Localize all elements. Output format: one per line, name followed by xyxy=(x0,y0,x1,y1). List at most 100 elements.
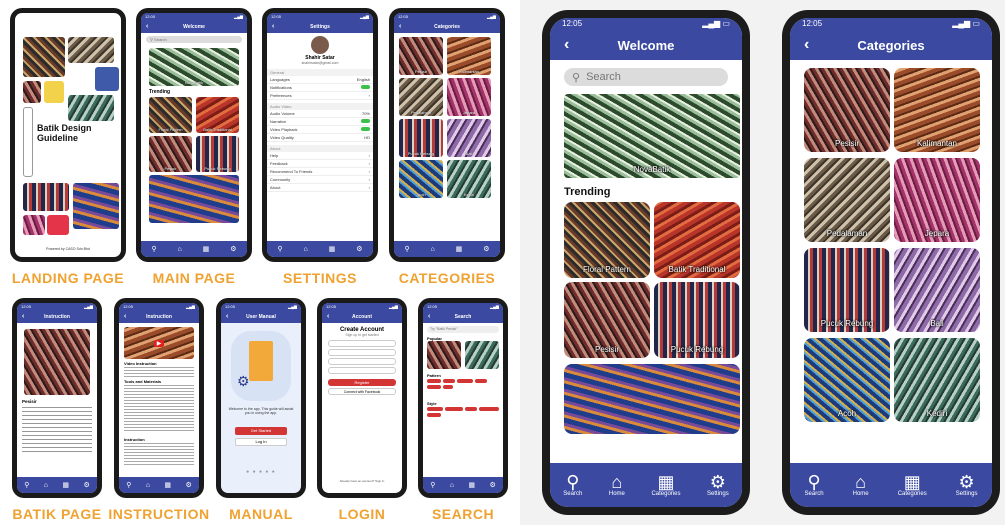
back-icon[interactable]: ‹ xyxy=(399,23,401,30)
filter-chip[interactable] xyxy=(475,379,487,383)
trending-card[interactable]: Pucuk Rebung xyxy=(196,136,239,172)
signin-link[interactable]: Already have an account? Sign in xyxy=(322,479,402,483)
nav-categories[interactable]: ▦ Categories xyxy=(651,473,680,497)
filter-chip[interactable] xyxy=(445,407,463,411)
search-input[interactable]: ⚲ Search xyxy=(564,68,728,86)
filter-chip[interactable] xyxy=(427,407,443,411)
grid-icon[interactable]: ▦ xyxy=(329,245,336,253)
back-icon[interactable]: ‹ xyxy=(22,313,24,320)
category-card[interactable]: Pucuk Rebung xyxy=(804,248,890,332)
nav-search[interactable]: ⚲ Search xyxy=(563,473,582,497)
toggle-switch[interactable] xyxy=(361,119,370,123)
grid-icon[interactable]: ▦ xyxy=(456,245,463,253)
category-card[interactable]: Kediri xyxy=(447,160,491,198)
toggle-switch[interactable] xyxy=(361,85,370,89)
settings-row[interactable]: Community › xyxy=(267,176,373,184)
home-icon[interactable]: ⌂ xyxy=(146,482,150,489)
trending-card[interactable]: Pesisir xyxy=(564,282,650,358)
settings-row[interactable]: Recommend To Friends › xyxy=(267,168,373,176)
hero-banner[interactable]: NovaBatik xyxy=(149,48,239,86)
home-icon[interactable]: ⌂ xyxy=(450,482,454,489)
settings-row[interactable]: Preferences › xyxy=(267,92,373,100)
popular-card[interactable] xyxy=(427,341,461,369)
back-icon[interactable]: ‹ xyxy=(272,23,274,30)
settings-row[interactable]: Notifications xyxy=(267,84,373,92)
nav-home[interactable]: ⌂ Home xyxy=(853,473,869,497)
category-card[interactable]: Kediri xyxy=(894,338,980,422)
back-icon[interactable]: ‹ xyxy=(327,313,329,320)
gear-icon[interactable]: ⚙ xyxy=(185,481,191,489)
trending-card[interactable]: Floral Pattern xyxy=(564,202,650,278)
category-card[interactable]: Pucuk Rebung xyxy=(399,119,443,157)
filter-chip[interactable] xyxy=(427,385,441,389)
play-icon[interactable]: ▶ xyxy=(153,339,165,347)
category-card[interactable]: Pedalaman xyxy=(804,158,890,242)
gear-icon[interactable]: ⚙ xyxy=(356,245,362,253)
category-card[interactable]: Jepara xyxy=(894,158,980,242)
grid-icon[interactable]: ▦ xyxy=(468,481,475,489)
settings-row[interactable]: Video Quality HD xyxy=(267,134,373,142)
hero-banner[interactable]: NovaBatik xyxy=(564,94,740,178)
search-icon[interactable]: ⚲ xyxy=(404,245,409,253)
gear-icon[interactable]: ⚙ xyxy=(483,245,489,253)
filter-chip[interactable] xyxy=(427,379,441,383)
category-card[interactable]: Acoh xyxy=(804,338,890,422)
video-player[interactable]: ▶ xyxy=(124,327,194,359)
search-icon[interactable]: ⚲ xyxy=(24,481,29,489)
settings-row[interactable]: Narrative xyxy=(267,118,373,126)
search-icon[interactable]: ⚲ xyxy=(126,481,131,489)
category-card[interactable]: Pesisir xyxy=(399,37,443,75)
name-field[interactable] xyxy=(328,340,396,347)
grid-icon[interactable]: ▦ xyxy=(203,245,210,253)
banner-card[interactable] xyxy=(564,364,740,434)
filter-chip[interactable] xyxy=(457,379,473,383)
nav-search[interactable]: ⚲ Search xyxy=(805,473,824,497)
grid-icon[interactable]: ▦ xyxy=(62,481,69,489)
back-icon[interactable]: ‹ xyxy=(428,313,430,320)
category-card[interactable]: Jepara xyxy=(447,78,491,116)
back-icon[interactable]: ‹ xyxy=(804,36,809,54)
trending-card[interactable]: Pucuk Rebung xyxy=(654,282,740,358)
settings-row[interactable]: Audio Volume 70% xyxy=(267,110,373,118)
register-button[interactable]: Register xyxy=(328,379,396,386)
facebook-button[interactable]: Connect with Facebook xyxy=(328,388,396,395)
home-icon[interactable]: ⌂ xyxy=(431,246,435,253)
gear-icon[interactable]: ⚙ xyxy=(83,481,89,489)
search-input[interactable]: ⚲ Search xyxy=(146,36,242,43)
banner-card[interactable] xyxy=(149,175,239,223)
trending-card[interactable]: Pesisir xyxy=(149,136,192,172)
nav-settings[interactable]: ⚙ Settings xyxy=(707,473,729,497)
category-card[interactable]: Bali xyxy=(447,119,491,157)
category-card[interactable]: Pedalaman xyxy=(399,78,443,116)
search-icon[interactable]: ⚲ xyxy=(430,481,435,489)
gear-icon[interactable]: ⚙ xyxy=(230,245,236,253)
settings-row[interactable]: Languages English xyxy=(267,76,373,84)
trending-card[interactable]: Batik Traditional xyxy=(654,202,740,278)
category-card[interactable]: Bali xyxy=(894,248,980,332)
filter-chip[interactable] xyxy=(465,407,477,411)
filter-chip[interactable] xyxy=(443,385,453,389)
category-card[interactable]: Kalimantan xyxy=(894,68,980,152)
nav-settings[interactable]: ⚙ Settings xyxy=(956,473,978,497)
settings-row[interactable]: Video Playback xyxy=(267,126,373,134)
trending-card[interactable]: Floral Pattern xyxy=(149,97,192,133)
settings-row[interactable]: Help › xyxy=(267,152,373,160)
back-icon[interactable]: ‹ xyxy=(226,313,228,320)
search-input[interactable]: Try "Batik Pesisir" xyxy=(427,326,499,333)
filter-chip[interactable] xyxy=(427,413,441,417)
trending-card[interactable]: Batik Traditional xyxy=(196,97,239,133)
filter-chip[interactable] xyxy=(443,379,455,383)
back-icon[interactable]: ‹ xyxy=(124,313,126,320)
search-icon[interactable]: ⚲ xyxy=(151,245,156,253)
get-started-button[interactable]: Get Started xyxy=(235,427,287,435)
back-icon[interactable]: ‹ xyxy=(564,36,569,54)
settings-row[interactable]: Feedback › xyxy=(267,160,373,168)
back-icon[interactable]: ‹ xyxy=(146,23,148,30)
toggle-switch[interactable] xyxy=(361,127,370,131)
password-field[interactable] xyxy=(328,367,396,374)
popular-card[interactable] xyxy=(465,341,499,369)
grid-icon[interactable]: ▦ xyxy=(164,481,171,489)
settings-row[interactable]: About › xyxy=(267,184,373,192)
category-card[interactable]: Acoh xyxy=(399,160,443,198)
category-card[interactable]: Pesisir xyxy=(804,68,890,152)
